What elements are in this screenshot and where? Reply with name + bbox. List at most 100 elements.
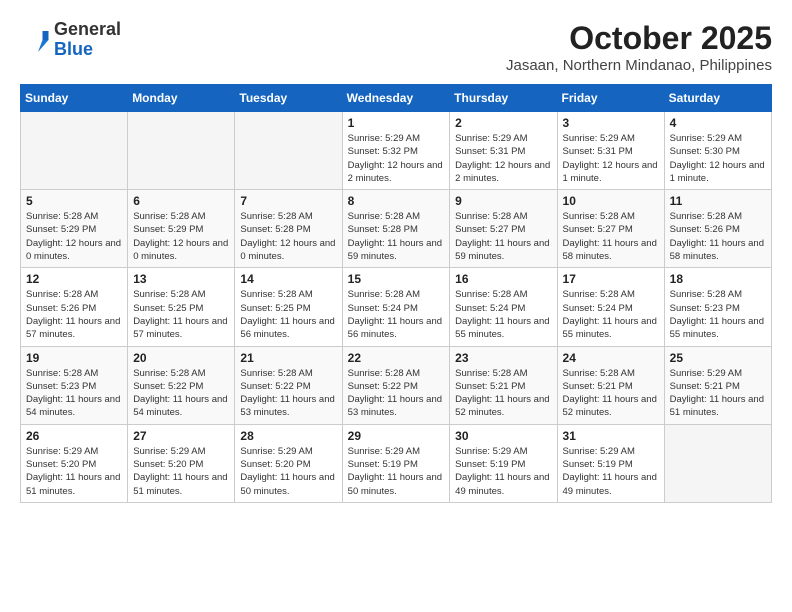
calendar-cell: 22 Sunrise: 5:28 AM Sunset: 5:22 PM Dayli… — [342, 346, 450, 424]
calendar-cell: 23 Sunrise: 5:28 AM Sunset: 5:21 PM Dayli… — [450, 346, 557, 424]
weekday-header: Monday — [128, 85, 235, 112]
calendar-cell: 14 Sunrise: 5:28 AM Sunset: 5:25 PM Dayli… — [235, 268, 342, 346]
calendar-cell — [664, 424, 771, 502]
day-info: Sunrise: 5:29 AM Sunset: 5:19 PM Dayligh… — [563, 445, 659, 498]
calendar-cell: 24 Sunrise: 5:28 AM Sunset: 5:21 PM Dayli… — [557, 346, 664, 424]
day-number: 12 — [26, 272, 122, 286]
day-info: Sunrise: 5:28 AM Sunset: 5:27 PM Dayligh… — [563, 210, 659, 263]
day-number: 24 — [563, 351, 659, 365]
day-info: Sunrise: 5:29 AM Sunset: 5:31 PM Dayligh… — [455, 132, 551, 185]
day-number: 19 — [26, 351, 122, 365]
day-number: 3 — [563, 116, 659, 130]
calendar-cell: 16 Sunrise: 5:28 AM Sunset: 5:24 PM Dayli… — [450, 268, 557, 346]
logo-general-text: General — [54, 20, 121, 40]
day-info: Sunrise: 5:28 AM Sunset: 5:25 PM Dayligh… — [240, 288, 336, 341]
location-subtitle: Jasaan, Northern Mindanao, Philippines — [506, 57, 772, 74]
day-info: Sunrise: 5:28 AM Sunset: 5:28 PM Dayligh… — [348, 210, 445, 263]
day-info: Sunrise: 5:28 AM Sunset: 5:24 PM Dayligh… — [455, 288, 551, 341]
day-number: 21 — [240, 351, 336, 365]
calendar-cell: 21 Sunrise: 5:28 AM Sunset: 5:22 PM Dayli… — [235, 346, 342, 424]
weekday-header: Saturday — [664, 85, 771, 112]
day-number: 17 — [563, 272, 659, 286]
calendar-cell: 29 Sunrise: 5:29 AM Sunset: 5:19 PM Dayli… — [342, 424, 450, 502]
calendar-table: SundayMondayTuesdayWednesdayThursdayFrid… — [20, 84, 772, 503]
day-number: 14 — [240, 272, 336, 286]
day-info: Sunrise: 5:28 AM Sunset: 5:23 PM Dayligh… — [670, 288, 766, 341]
calendar-cell: 15 Sunrise: 5:28 AM Sunset: 5:24 PM Dayli… — [342, 268, 450, 346]
day-info: Sunrise: 5:28 AM Sunset: 5:29 PM Dayligh… — [133, 210, 229, 263]
day-number: 10 — [563, 194, 659, 208]
day-number: 18 — [670, 272, 766, 286]
calendar-cell: 2 Sunrise: 5:29 AM Sunset: 5:31 PM Daylig… — [450, 112, 557, 190]
day-info: Sunrise: 5:29 AM Sunset: 5:31 PM Dayligh… — [563, 132, 659, 185]
calendar-cell: 7Sunrise: 5:28 AM Sunset: 5:28 PM Daylig… — [235, 190, 342, 268]
day-info: Sunrise: 5:29 AM Sunset: 5:30 PM Dayligh… — [670, 132, 766, 185]
calendar-cell: 30Sunrise: 5:29 AM Sunset: 5:19 PM Dayli… — [450, 424, 557, 502]
weekday-header: Friday — [557, 85, 664, 112]
day-info: Sunrise: 5:28 AM Sunset: 5:22 PM Dayligh… — [240, 367, 336, 420]
calendar-cell: 9Sunrise: 5:28 AM Sunset: 5:27 PM Daylig… — [450, 190, 557, 268]
day-info: Sunrise: 5:28 AM Sunset: 5:28 PM Dayligh… — [240, 210, 336, 263]
month-year-title: October 2025 — [506, 20, 772, 57]
day-number: 28 — [240, 429, 336, 443]
calendar-cell: 6 Sunrise: 5:28 AM Sunset: 5:29 PM Daylig… — [128, 190, 235, 268]
calendar-week-row: 19 Sunrise: 5:28 AM Sunset: 5:23 PM Dayli… — [21, 346, 772, 424]
day-number: 29 — [348, 429, 445, 443]
logo-blue-text: Blue — [54, 40, 121, 60]
calendar-cell: 11 Sunrise: 5:28 AM Sunset: 5:26 PM Dayli… — [664, 190, 771, 268]
day-number: 13 — [133, 272, 229, 286]
calendar-week-row: 5Sunrise: 5:28 AM Sunset: 5:29 PM Daylig… — [21, 190, 772, 268]
day-number: 20 — [133, 351, 229, 365]
day-info: Sunrise: 5:28 AM Sunset: 5:21 PM Dayligh… — [563, 367, 659, 420]
day-number: 22 — [348, 351, 445, 365]
day-info: Sunrise: 5:28 AM Sunset: 5:27 PM Dayligh… — [455, 210, 551, 263]
day-info: Sunrise: 5:29 AM Sunset: 5:32 PM Dayligh… — [348, 132, 445, 185]
day-info: Sunrise: 5:28 AM Sunset: 5:25 PM Dayligh… — [133, 288, 229, 341]
day-number: 27 — [133, 429, 229, 443]
calendar-cell: 18 Sunrise: 5:28 AM Sunset: 5:23 PM Dayli… — [664, 268, 771, 346]
day-number: 26 — [26, 429, 122, 443]
calendar-cell: 8 Sunrise: 5:28 AM Sunset: 5:28 PM Daylig… — [342, 190, 450, 268]
day-number: 8 — [348, 194, 445, 208]
weekday-header: Sunday — [21, 85, 128, 112]
calendar-cell — [21, 112, 128, 190]
calendar-cell: 10 Sunrise: 5:28 AM Sunset: 5:27 PM Dayli… — [557, 190, 664, 268]
day-number: 25 — [670, 351, 766, 365]
calendar-cell: 19 Sunrise: 5:28 AM Sunset: 5:23 PM Dayli… — [21, 346, 128, 424]
weekday-header: Wednesday — [342, 85, 450, 112]
day-number: 16 — [455, 272, 551, 286]
day-info: Sunrise: 5:29 AM Sunset: 5:19 PM Dayligh… — [455, 445, 551, 498]
day-number: 11 — [670, 194, 766, 208]
day-info: Sunrise: 5:29 AM Sunset: 5:21 PM Dayligh… — [670, 367, 766, 420]
calendar-week-row: 1Sunrise: 5:29 AM Sunset: 5:32 PM Daylig… — [21, 112, 772, 190]
calendar-header-row: SundayMondayTuesdayWednesdayThursdayFrid… — [21, 85, 772, 112]
day-number: 2 — [455, 116, 551, 130]
weekday-header: Tuesday — [235, 85, 342, 112]
logo: General Blue — [20, 20, 121, 60]
day-info: Sunrise: 5:28 AM Sunset: 5:26 PM Dayligh… — [670, 210, 766, 263]
calendar-cell: 12 Sunrise: 5:28 AM Sunset: 5:26 PM Dayli… — [21, 268, 128, 346]
day-number: 15 — [348, 272, 445, 286]
day-info: Sunrise: 5:28 AM Sunset: 5:23 PM Dayligh… — [26, 367, 122, 420]
day-info: Sunrise: 5:28 AM Sunset: 5:22 PM Dayligh… — [348, 367, 445, 420]
calendar-cell: 3 Sunrise: 5:29 AM Sunset: 5:31 PM Daylig… — [557, 112, 664, 190]
day-number: 4 — [670, 116, 766, 130]
day-info: Sunrise: 5:28 AM Sunset: 5:24 PM Dayligh… — [563, 288, 659, 341]
day-info: Sunrise: 5:28 AM Sunset: 5:24 PM Dayligh… — [348, 288, 445, 341]
day-number: 6 — [133, 194, 229, 208]
day-info: Sunrise: 5:29 AM Sunset: 5:20 PM Dayligh… — [133, 445, 229, 498]
day-info: Sunrise: 5:28 AM Sunset: 5:26 PM Dayligh… — [26, 288, 122, 341]
calendar-cell: 1Sunrise: 5:29 AM Sunset: 5:32 PM Daylig… — [342, 112, 450, 190]
title-block: October 2025 Jasaan, Northern Mindanao, … — [506, 20, 772, 74]
calendar-cell: 25 Sunrise: 5:29 AM Sunset: 5:21 PM Dayli… — [664, 346, 771, 424]
day-info: Sunrise: 5:29 AM Sunset: 5:20 PM Dayligh… — [26, 445, 122, 498]
day-info: Sunrise: 5:28 AM Sunset: 5:22 PM Dayligh… — [133, 367, 229, 420]
day-info: Sunrise: 5:28 AM Sunset: 5:21 PM Dayligh… — [455, 367, 551, 420]
weekday-header: Thursday — [450, 85, 557, 112]
calendar-week-row: 26 Sunrise: 5:29 AM Sunset: 5:20 PM Dayli… — [21, 424, 772, 502]
calendar-cell: 28 Sunrise: 5:29 AM Sunset: 5:20 PM Dayli… — [235, 424, 342, 502]
day-info: Sunrise: 5:29 AM Sunset: 5:20 PM Dayligh… — [240, 445, 336, 498]
calendar-cell: 26 Sunrise: 5:29 AM Sunset: 5:20 PM Dayli… — [21, 424, 128, 502]
day-number: 23 — [455, 351, 551, 365]
day-info: Sunrise: 5:29 AM Sunset: 5:19 PM Dayligh… — [348, 445, 445, 498]
